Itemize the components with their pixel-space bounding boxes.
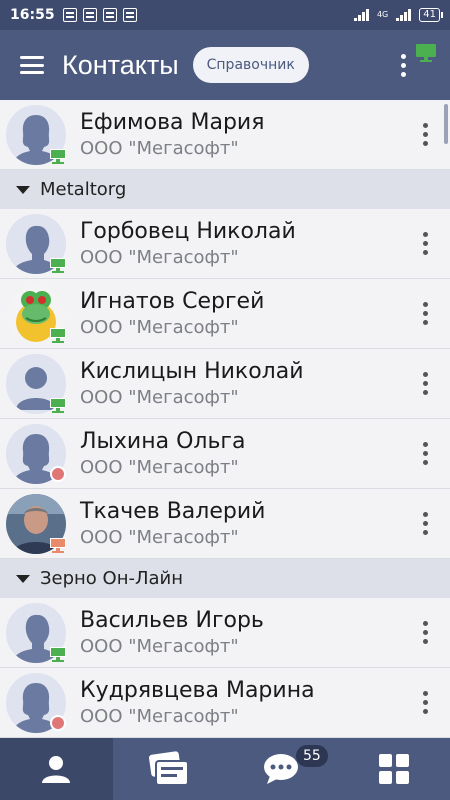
signal-icon [396,9,412,21]
contact-menu-icon[interactable] [423,372,428,395]
contact-row[interactable]: Игнатов Сергей ООО "Мегасофт" [0,279,450,349]
contact-name: Кудрявцева Марина [80,677,315,703]
group-title: Metaltorg [40,179,127,200]
page-title: Контакты [62,49,179,80]
contact-organization: ООО "Мегасофт" [80,246,239,268]
offline-status-icon [50,465,66,482]
contact-menu-icon[interactable] [423,123,428,146]
desktop-status-icon [48,645,68,663]
tab-news[interactable] [113,738,226,800]
contact-name: Ткачев Валерий [80,498,266,524]
news-icon [148,751,189,786]
notification-icon [82,8,97,22]
contact-organization: ООО "Мегасофт" [80,137,239,159]
app-header: Контакты Справочник [0,30,450,100]
contact-row[interactable]: Ефимова Мария ООО "Мегасофт" [0,100,450,170]
contact-name: Лыхина Ольга [80,428,246,454]
signal-icon [353,9,369,21]
avatar[interactable] [6,423,66,484]
group-header[interactable]: Зерно Он-Лайн [0,559,450,598]
contact-organization: ООО "Мегасофт" [80,635,239,657]
offline-status-icon [50,714,66,731]
tab-apps[interactable] [338,738,450,800]
contact-organization: ООО "Мегасофт" [80,526,239,548]
avatar[interactable] [6,493,68,554]
avatar[interactable] [6,602,68,663]
desktop-status-icon [48,396,68,414]
contact-menu-icon[interactable] [423,621,428,644]
desktop-status-icon [48,147,68,165]
contact-organization: ООО "Мегасофт" [80,316,239,338]
scrollbar[interactable] [444,104,448,144]
bottom-navigation: 55 [0,738,450,800]
status-bar: 16:55 4G 41 [0,0,450,30]
contact-organization: ООО "Мегасофт" [80,705,239,727]
battery-icon: 41 [419,8,443,22]
collapse-triangle-icon [16,574,30,583]
group-header[interactable]: Metaltorg [0,170,450,209]
group-title: Зерно Он-Лайн [40,568,184,589]
apps-icon [378,754,409,784]
contact-row[interactable]: Горбовец Николай ООО "Мегасофт" [0,209,450,279]
notification-icon [62,8,77,22]
contacts-icon [42,756,71,783]
desktop-status-icon [48,256,68,274]
contact-name: Васильев Игорь [80,607,264,633]
notification-icon [122,8,137,22]
avatar[interactable] [6,104,68,165]
avatar[interactable] [6,283,68,344]
contact-organization: ООО "Мегасофт" [80,456,239,478]
more-options-icon[interactable] [401,53,406,77]
notification-icon [102,8,117,22]
network-type: 4G [376,10,389,19]
desktop-status-icon [416,44,436,62]
contact-name: Игнатов Сергей [80,288,265,314]
away-status-icon [48,536,68,554]
directory-button[interactable]: Справочник [192,47,309,83]
desktop-status-icon [48,326,68,344]
avatar[interactable] [6,672,66,733]
menu-icon[interactable] [20,56,44,74]
unread-count-badge: 55 [296,745,328,767]
contact-organization: ООО "Мегасофт" [80,386,239,408]
contact-menu-icon[interactable] [423,442,428,465]
avatar[interactable] [6,213,68,274]
contact-row[interactable]: Кудрявцева Марина ООО "Мегасофт" [0,668,450,738]
contact-list[interactable]: Ефимова Мария ООО "Мегасофт" Metaltorg Горб… [0,100,450,738]
contact-name: Кислицын Николай [80,358,304,384]
contact-row[interactable]: Ткачев Валерий ООО "Мегасофт" [0,489,450,559]
contact-name: Ефимова Мария [80,109,265,135]
contact-menu-icon[interactable] [423,512,428,535]
contact-menu-icon[interactable] [423,232,428,255]
collapse-triangle-icon [16,185,30,194]
contact-menu-icon[interactable] [423,691,428,714]
contact-row[interactable]: Лыхина Ольга ООО "Мегасофт" [0,419,450,489]
contact-menu-icon[interactable] [423,302,428,325]
status-time: 16:55 [10,7,55,23]
contact-row[interactable]: Васильев Игорь ООО "Мегасофт" [0,598,450,668]
contact-row[interactable]: Кислицын Николай ООО "Мегасофт" [0,349,450,419]
tab-contacts[interactable] [0,738,113,800]
contact-name: Горбовец Николай [80,218,296,244]
avatar[interactable] [6,353,68,414]
